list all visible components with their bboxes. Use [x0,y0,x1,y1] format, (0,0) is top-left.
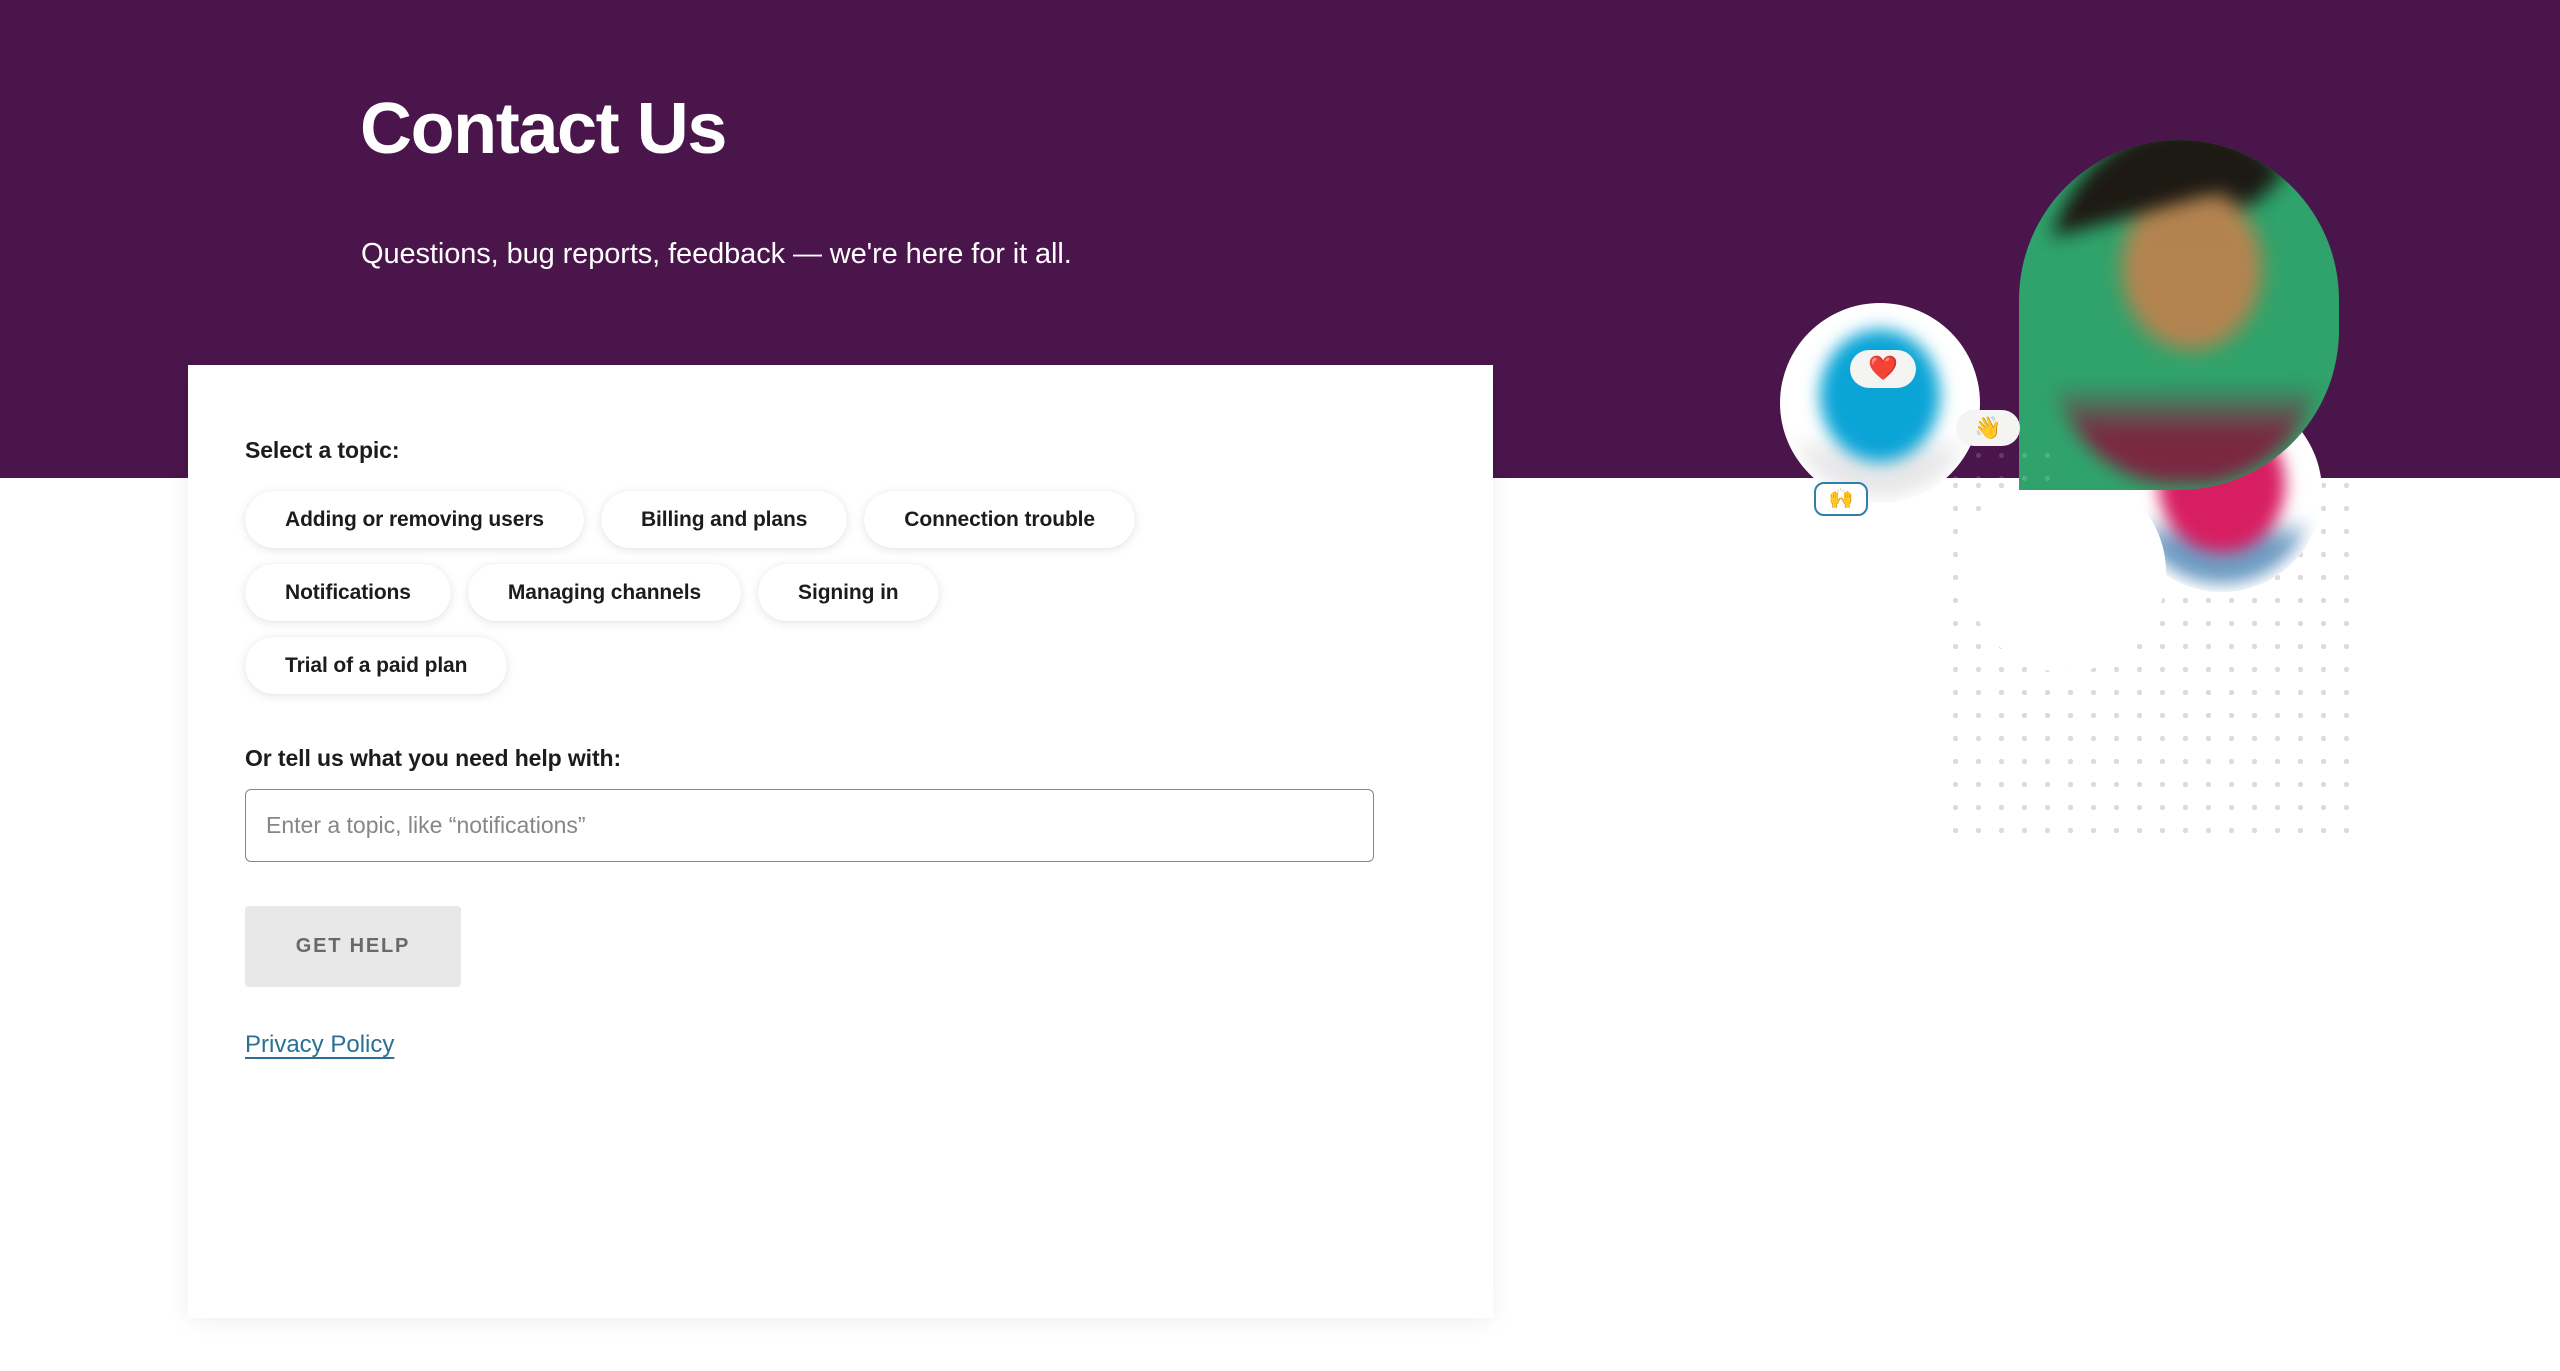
topic-chip-managing-channels[interactable]: Managing channels [467,564,742,621]
privacy-row: Privacy Policy [245,987,1453,1059]
topic-chip-signing-in[interactable]: Signing in [758,564,939,621]
free-text-label: Or tell us what you need help with: [245,745,622,771]
dot-pattern-decoration [1940,470,2360,850]
contact-form-card: Select a topic: Adding or removing users… [188,365,1493,1318]
topic-chip-billing-and-plans[interactable]: Billing and plans [600,491,848,548]
select-topic-label: Select a topic: [245,437,400,463]
topic-chip-notifications[interactable]: Notifications [245,564,451,621]
get-help-button[interactable]: GET HELP [245,906,461,987]
topic-search-input[interactable] [245,789,1374,862]
raised-hands-emoji: 🙌 [1814,482,1868,516]
topic-chip-row: Notifications Managing channels Signing … [245,564,1453,621]
contact-form-body: Select a topic: Adding or removing users… [245,437,1453,1059]
dot-pattern-decoration-purple [1940,440,2060,500]
page-subtitle: Questions, bug reports, feedback — we're… [361,238,1072,270]
topic-chip-group: Adding or removing users Billing and pla… [245,491,1453,694]
topic-chip-adding-or-removing-users[interactable]: Adding or removing users [245,491,584,548]
page-title: Contact Us [360,89,727,169]
topic-chip-row: Trial of a paid plan [245,637,1453,694]
topic-chip-trial-of-a-paid-plan[interactable]: Trial of a paid plan [245,637,508,694]
submit-row: GET HELP [245,862,1453,987]
privacy-policy-link[interactable]: Privacy Policy [245,1031,394,1059]
topic-chip-row: Adding or removing users Billing and pla… [245,491,1453,548]
topic-chip-connection-trouble[interactable]: Connection trouble [864,491,1135,548]
